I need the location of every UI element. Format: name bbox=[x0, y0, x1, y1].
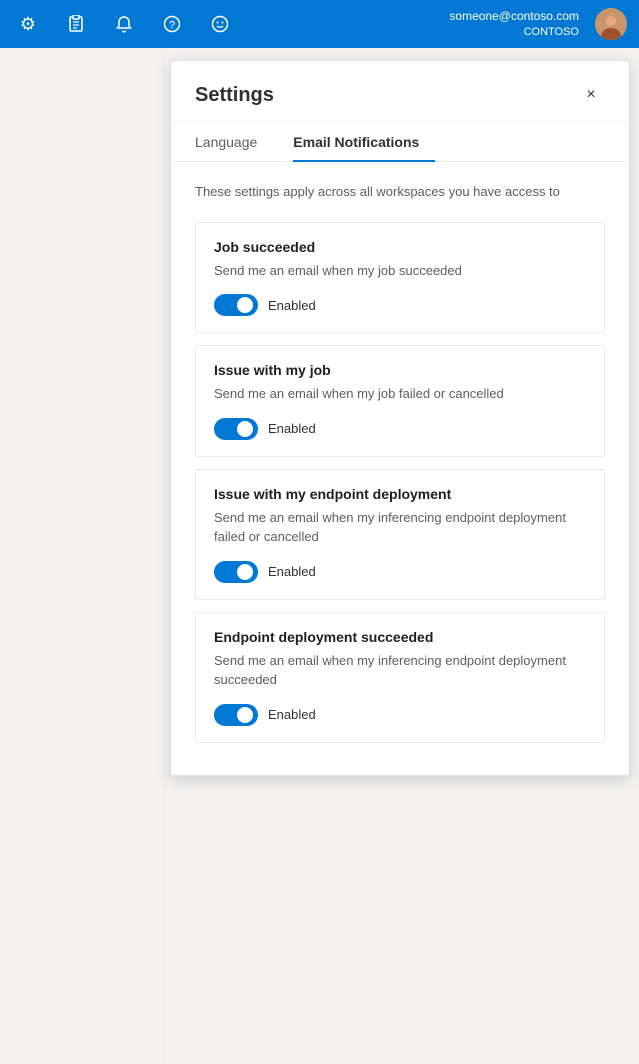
tab-language[interactable]: Language bbox=[195, 122, 273, 162]
settings-header: Settings × bbox=[171, 61, 629, 122]
smiley-icon[interactable] bbox=[204, 8, 236, 40]
toggle-job-succeeded[interactable] bbox=[214, 294, 258, 316]
question-icon[interactable]: ? bbox=[156, 8, 188, 40]
toggle-label-issue-endpoint: Enabled bbox=[268, 564, 316, 579]
user-email: someone@contoso.com bbox=[449, 8, 579, 25]
user-org: CONTOSO bbox=[524, 25, 579, 40]
card-title-job-succeeded: Job succeeded bbox=[214, 239, 586, 255]
card-desc-job-succeeded: Send me an email when my job succeeded bbox=[214, 261, 586, 281]
tabs-container: Language Email Notifications bbox=[171, 122, 629, 162]
notification-card-endpoint-succeeded: Endpoint deployment succeeded Send me an… bbox=[195, 612, 605, 743]
topbar: ⚙ ? someone@contoso.com CONTO bbox=[0, 0, 639, 48]
toggle-row-endpoint-succeeded: Enabled bbox=[214, 704, 586, 726]
notification-card-job-succeeded: Job succeeded Send me an email when my j… bbox=[195, 222, 605, 334]
toggle-label-job-succeeded: Enabled bbox=[268, 298, 316, 313]
card-desc-endpoint-succeeded: Send me an email when my inferencing end… bbox=[214, 651, 586, 690]
svg-text:?: ? bbox=[169, 20, 175, 32]
settings-content: These settings apply across all workspac… bbox=[171, 162, 629, 775]
toggle-label-issue-job: Enabled bbox=[268, 421, 316, 436]
toggle-issue-endpoint[interactable] bbox=[214, 561, 258, 583]
toggle-label-endpoint-succeeded: Enabled bbox=[268, 707, 316, 722]
toggle-issue-job[interactable] bbox=[214, 418, 258, 440]
card-desc-issue-job: Send me an email when my job failed or c… bbox=[214, 384, 586, 404]
settings-icon[interactable]: ⚙ bbox=[12, 8, 44, 40]
settings-title: Settings bbox=[195, 84, 274, 107]
notification-card-issue-endpoint: Issue with my endpoint deployment Send m… bbox=[195, 469, 605, 600]
toggle-endpoint-succeeded[interactable] bbox=[214, 704, 258, 726]
card-title-endpoint-succeeded: Endpoint deployment succeeded bbox=[214, 629, 586, 645]
close-button[interactable]: × bbox=[577, 81, 605, 109]
user-info: someone@contoso.com CONTOSO bbox=[449, 8, 579, 40]
bell-icon[interactable] bbox=[108, 8, 140, 40]
avatar[interactable] bbox=[595, 8, 627, 40]
notification-card-issue-job: Issue with my job Send me an email when … bbox=[195, 345, 605, 457]
toggle-row-issue-job: Enabled bbox=[214, 418, 586, 440]
settings-panel: Settings × Language Email Notifications … bbox=[170, 60, 630, 776]
sidebar bbox=[0, 48, 165, 1064]
toggle-row-issue-endpoint: Enabled bbox=[214, 561, 586, 583]
tab-email-notifications[interactable]: Email Notifications bbox=[293, 122, 435, 162]
card-title-issue-endpoint: Issue with my endpoint deployment bbox=[214, 486, 586, 502]
card-title-issue-job: Issue with my job bbox=[214, 362, 586, 378]
card-desc-issue-endpoint: Send me an email when my inferencing end… bbox=[214, 508, 586, 547]
settings-description: These settings apply across all workspac… bbox=[195, 182, 605, 202]
clipboard-icon[interactable] bbox=[60, 8, 92, 40]
toggle-row-job-succeeded: Enabled bbox=[214, 294, 586, 316]
